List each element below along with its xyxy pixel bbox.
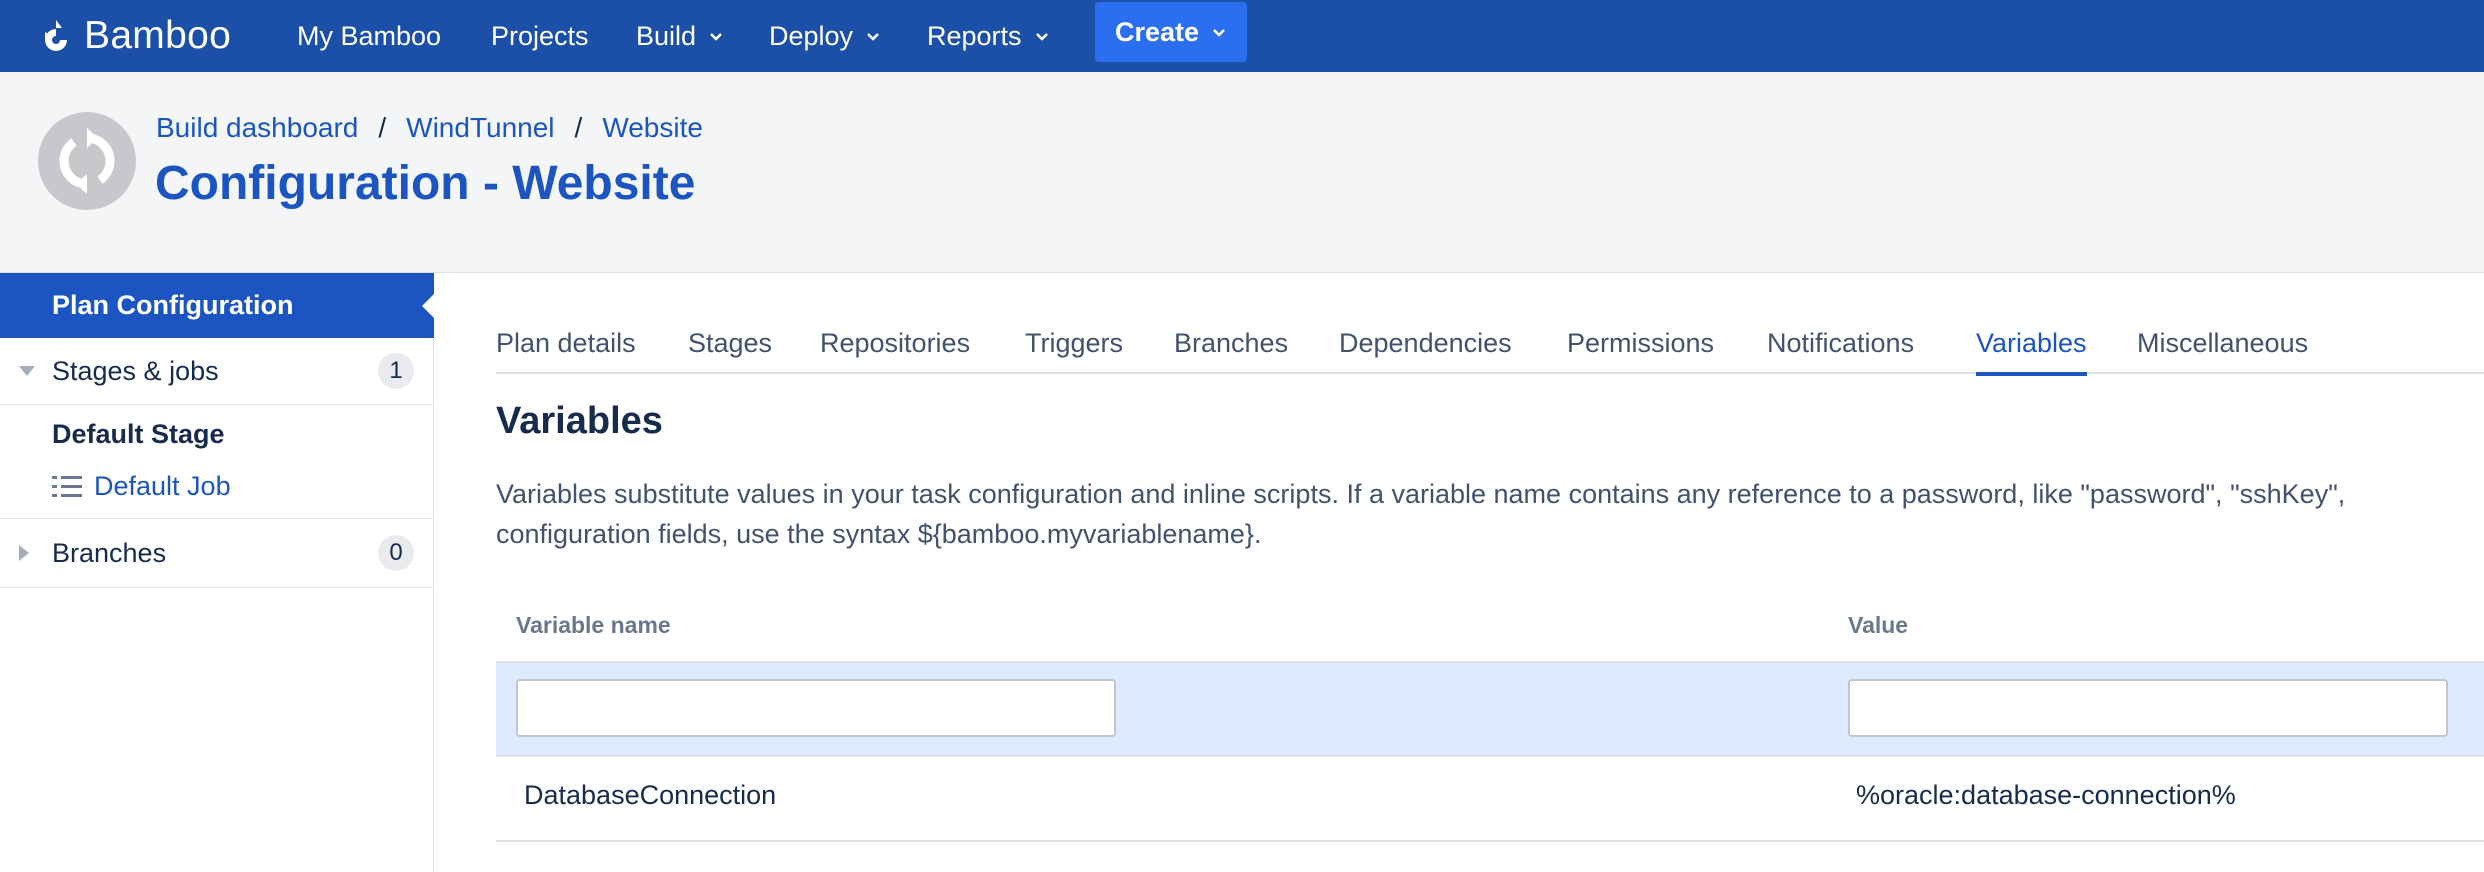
count-badge: 0	[378, 535, 414, 571]
tab-plan-details[interactable]: Plan details	[496, 328, 636, 372]
page-title: Configuration - Website	[155, 157, 696, 210]
description-line: configuration fields, use the syntax ${b…	[496, 519, 1262, 549]
create-button-label: Create	[1115, 16, 1200, 47]
nav-label: Build	[636, 20, 697, 51]
new-variable-row	[496, 663, 2484, 755]
bamboo-logo[interactable]: Bamboo	[36, 0, 231, 72]
caret-down-icon[interactable]	[18, 365, 36, 377]
nav-label: Deploy	[769, 20, 854, 51]
sidebar-item-branches[interactable]: Branches 0	[0, 519, 434, 587]
variable-value-input[interactable]	[1848, 679, 2448, 737]
nav-build[interactable]: Build	[636, 0, 724, 72]
variable-name-cell[interactable]: DatabaseConnection	[524, 780, 776, 811]
sidebar: Plan Configuration Stages & jobs 1 Defau…	[0, 273, 434, 872]
section-title: Variables	[496, 400, 663, 442]
sidebar-item-label: Branches	[52, 537, 167, 568]
sidebar-job-default[interactable]: Default Job	[52, 471, 231, 502]
chevron-down-icon	[1035, 33, 1048, 41]
tab-permissions[interactable]: Permissions	[1567, 328, 1714, 372]
variable-value-cell[interactable]: %oracle:database-connection%	[1856, 780, 2236, 811]
create-button[interactable]: Create	[1095, 2, 1248, 62]
tab-variables[interactable]: Variables	[1976, 328, 2087, 376]
sidebar-stage-default[interactable]: Default Stage	[52, 419, 225, 450]
table-divider	[496, 840, 2484, 842]
config-tabs: Plan details Stages Repositories Trigger…	[496, 320, 2484, 376]
description-line: Variables substitute values in your task…	[496, 479, 2346, 509]
nav-deploy[interactable]: Deploy	[769, 0, 881, 72]
column-header-value: Value	[1848, 612, 1909, 638]
breadcrumb-project[interactable]: WindTunnel	[406, 112, 554, 144]
table-divider	[496, 755, 2484, 757]
plan-avatar	[38, 112, 136, 210]
tab-notifications[interactable]: Notifications	[1767, 328, 1914, 372]
section-description: Variables substitute values in your task…	[496, 474, 2484, 554]
nav-label: Reports	[927, 20, 1022, 51]
tab-miscellaneous[interactable]: Miscellaneous	[2137, 328, 2308, 372]
bamboo-logo-icon	[45, 20, 67, 51]
sidebar-item-plan-configuration[interactable]: Plan Configuration	[0, 273, 434, 338]
breadcrumb-build-dashboard[interactable]: Build dashboard	[156, 112, 358, 144]
breadcrumb: Build dashboard / WindTunnel / Website	[156, 112, 703, 144]
nav-reports[interactable]: Reports	[927, 0, 1050, 72]
refresh-icon	[59, 128, 115, 194]
breadcrumb-separator: /	[574, 112, 583, 143]
caret-right-icon[interactable]	[18, 544, 30, 562]
nav-projects[interactable]: Projects	[491, 0, 589, 72]
tab-triggers[interactable]: Triggers	[1025, 328, 1123, 372]
tab-repositories[interactable]: Repositories	[820, 328, 970, 372]
sidebar-item-label: Stages & jobs	[52, 355, 219, 386]
nav-label: Projects	[491, 20, 589, 51]
chevron-down-icon	[1213, 29, 1225, 37]
count-badge: 1	[378, 353, 414, 389]
divider	[0, 587, 434, 588]
tab-branches[interactable]: Branches	[1174, 328, 1288, 372]
sidebar-job-label: Default Job	[94, 471, 231, 501]
chevron-down-icon	[710, 33, 722, 41]
breadcrumb-plan[interactable]: Website	[602, 112, 703, 144]
tab-stages[interactable]: Stages	[688, 328, 772, 372]
sidebar-item-label: Plan Configuration	[52, 290, 294, 320]
column-header-variable-name: Variable name	[516, 612, 671, 638]
list-icon	[52, 475, 82, 497]
nav-my-bamboo[interactable]: My Bamboo	[297, 0, 441, 72]
app-name: Bamboo	[84, 14, 232, 57]
divider	[0, 404, 434, 405]
breadcrumb-separator: /	[378, 112, 387, 143]
top-navigation-bar: Bamboo My Bamboo Projects Build Deploy R…	[0, 0, 2484, 72]
nav-label: My Bamboo	[297, 20, 442, 51]
page-header: Build dashboard / WindTunnel / Website C…	[0, 72, 2484, 273]
variable-name-input[interactable]	[516, 679, 1116, 737]
tab-dependencies[interactable]: Dependencies	[1339, 328, 1512, 372]
sidebar-item-stages-jobs[interactable]: Stages & jobs 1	[0, 338, 434, 404]
chevron-down-icon	[867, 33, 879, 41]
